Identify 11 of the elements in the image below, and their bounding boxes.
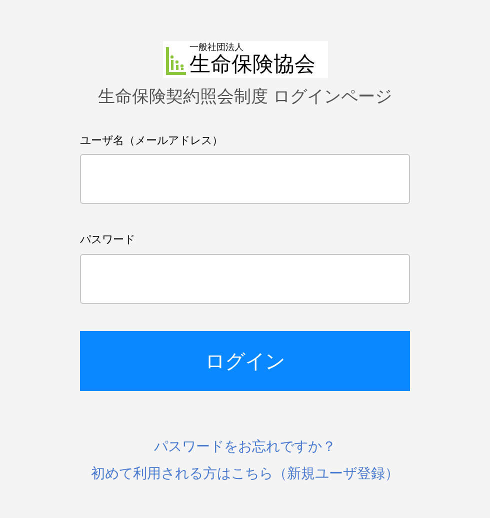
- page-title: 生命保険契約照会制度 ログインページ: [98, 86, 392, 109]
- logo-name: 生命保険協会: [190, 54, 316, 75]
- link[interactable]: パスワードをお忘れですか？: [154, 436, 336, 458]
- link[interactable]: 初めて利用される方はこちら（新規ユーザ登録）: [91, 464, 399, 484]
- input-field[interactable]: [80, 254, 410, 304]
- login-button[interactable]: ログイン: [80, 330, 410, 390]
- input-field[interactable]: [80, 154, 410, 204]
- logo-subtitle: 一般社団法人: [190, 44, 244, 53]
- field-label: ユーザ名（メールアドレス）: [80, 132, 224, 148]
- bar-chart-icon: [166, 44, 186, 74]
- field-label: パスワード: [80, 232, 136, 248]
